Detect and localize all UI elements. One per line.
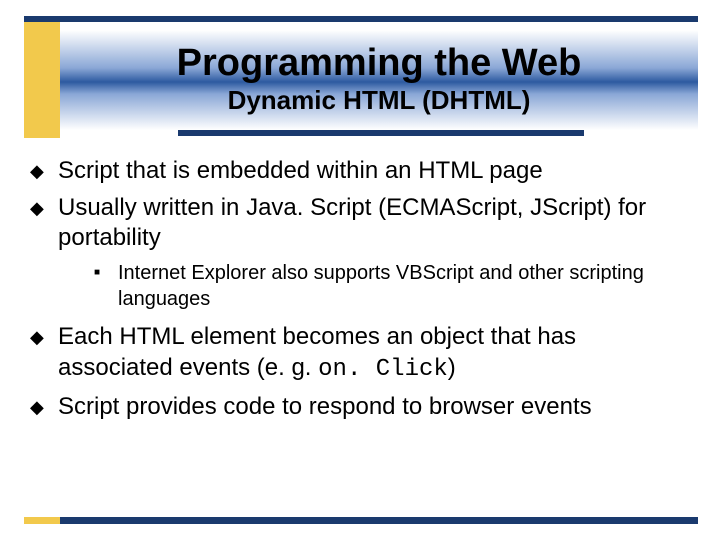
square-icon: ■ <box>94 260 118 279</box>
code-text: on. Click <box>318 356 448 383</box>
bottom-rule <box>24 517 698 524</box>
gold-accent-block <box>24 22 60 138</box>
diamond-icon: ◆ <box>30 392 58 419</box>
content-area: ◆ Script that is embedded within an HTML… <box>30 156 690 428</box>
bullet-text-post: ) <box>448 354 456 381</box>
diamond-icon: ◆ <box>30 156 58 183</box>
bullet-text: Usually written in Java. Script (ECMAScr… <box>58 193 690 254</box>
slide-title: Programming the Web <box>177 44 582 84</box>
diamond-icon: ◆ <box>30 322 58 349</box>
title-underline <box>178 130 584 136</box>
bullet-text: Script that is embedded within an HTML p… <box>58 156 690 187</box>
bullet-text: Each HTML element becomes an object that… <box>58 322 690 385</box>
bullet-l1: ◆ Each HTML element becomes an object th… <box>30 322 690 385</box>
slide-subtitle: Dynamic HTML (DHTML) <box>228 85 531 116</box>
bullet-l2: ■ Internet Explorer also supports VBScri… <box>94 260 690 312</box>
gold-accent-bottom <box>24 517 60 524</box>
diamond-icon: ◆ <box>30 193 58 220</box>
bullet-text: Internet Explorer also supports VBScript… <box>118 260 690 312</box>
top-rule <box>24 16 698 22</box>
bullet-l1: ◆ Usually written in Java. Script (ECMAS… <box>30 193 690 254</box>
bullet-l1: ◆ Script provides code to respond to bro… <box>30 392 690 423</box>
bullet-l1: ◆ Script that is embedded within an HTML… <box>30 156 690 187</box>
title-banner: Programming the Web Dynamic HTML (DHTML) <box>60 30 698 130</box>
bullet-text: Script provides code to respond to brows… <box>58 392 690 423</box>
